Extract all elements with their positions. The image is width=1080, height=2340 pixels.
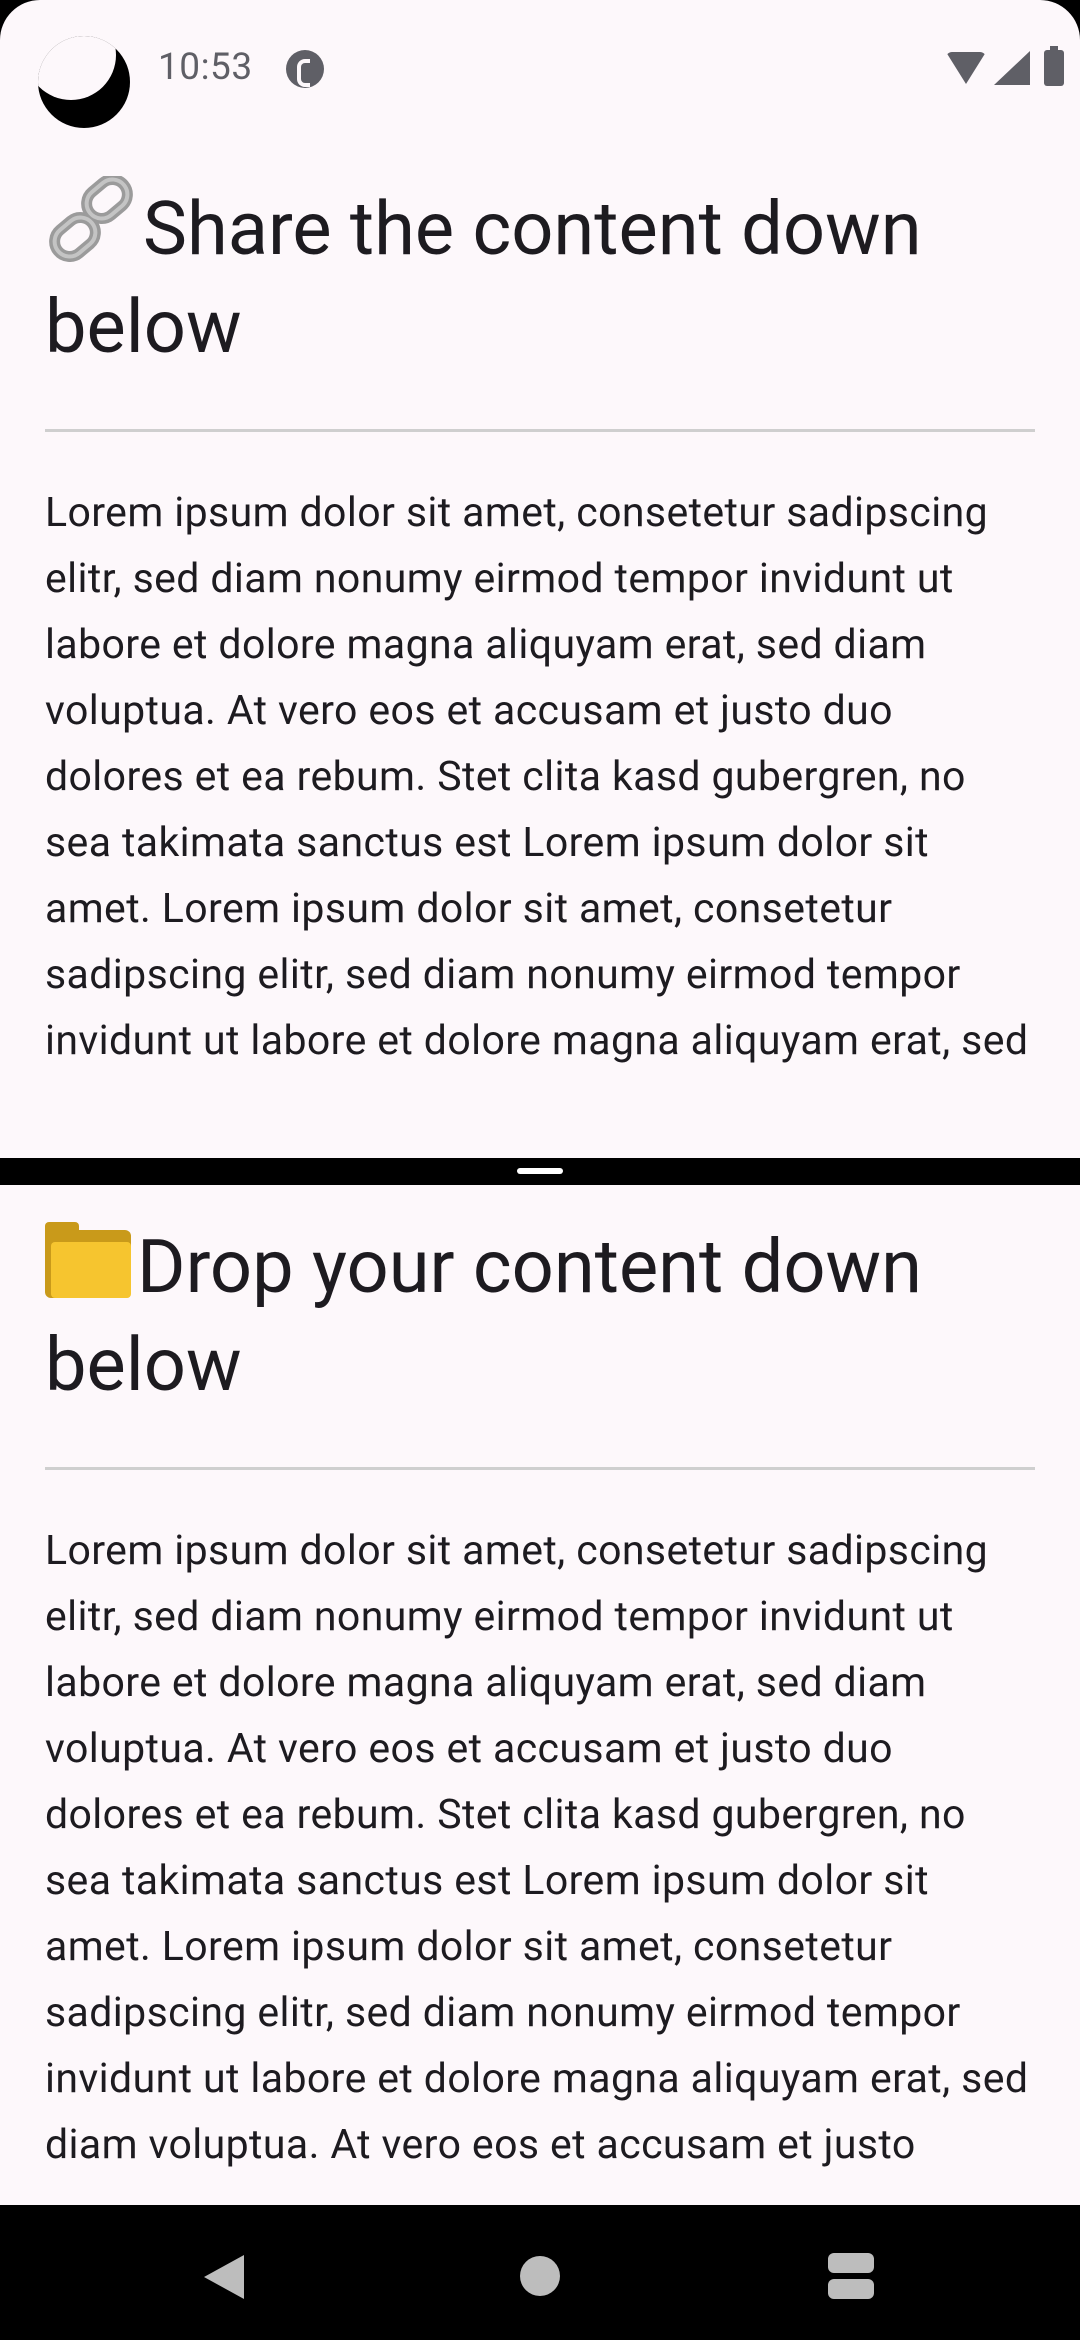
drop-title-heading: Drop your content down below: [45, 1219, 1035, 1415]
wifi-icon: [946, 52, 986, 84]
share-content: Share the content down below Lorem ipsum…: [45, 176, 1035, 1074]
status-bar: 10:53: [0, 0, 1080, 140]
link-icon: [49, 176, 133, 262]
moon-icon: [38, 36, 130, 128]
folder-icon: [45, 1222, 131, 1298]
divider: [45, 1467, 1035, 1470]
navigation-bar: [0, 2205, 1080, 2340]
battery-icon: [1044, 46, 1064, 86]
screen: 10:53 Share the content down below Lorem…: [0, 0, 1080, 2340]
drop-pane[interactable]: Drop your content down below Lorem ipsum…: [0, 1185, 1080, 2205]
recents-icon[interactable]: [828, 2253, 874, 2301]
home-icon[interactable]: [520, 2256, 560, 2296]
split-handle[interactable]: [517, 1168, 563, 1174]
share-title: Share the content down below: [45, 186, 922, 371]
divider: [45, 429, 1035, 432]
notification-icon: [286, 50, 324, 88]
split-screen-divider[interactable]: [0, 1158, 1080, 1185]
share-title-heading: Share the content down below: [45, 176, 1035, 377]
share-pane[interactable]: 10:53 Share the content down below Lorem…: [0, 0, 1080, 1158]
drop-title: Drop your content down below: [45, 1224, 923, 1409]
cellular-signal-icon: [994, 51, 1030, 85]
back-icon[interactable]: [204, 2255, 244, 2299]
drop-content: Drop your content down below Lorem ipsum…: [45, 1219, 1035, 2178]
drop-body-text[interactable]: Lorem ipsum dolor sit amet, consetetur s…: [45, 1518, 1035, 2178]
status-time: 10:53: [158, 46, 253, 89]
system-icons: [946, 46, 1064, 88]
share-body-text[interactable]: Lorem ipsum dolor sit amet, consetetur s…: [45, 480, 1035, 1074]
